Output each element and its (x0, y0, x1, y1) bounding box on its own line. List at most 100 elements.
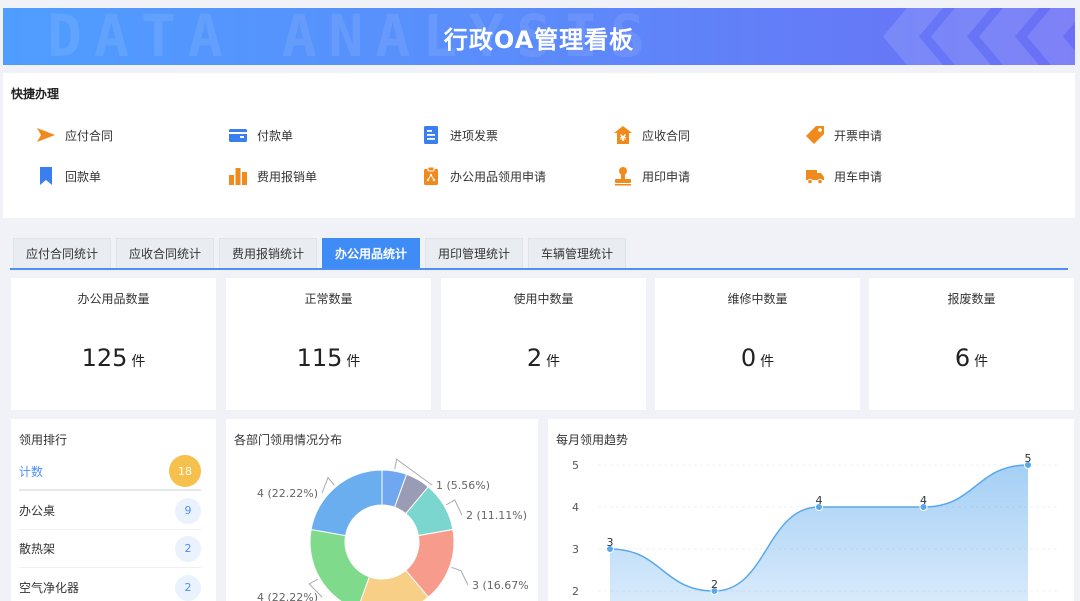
ranking-item-name: 散热架 (19, 542, 56, 556)
y-tick-label: 5 (572, 459, 579, 472)
tab-office-supply-stats[interactable]: 办公用品统计 (322, 238, 420, 268)
quick-item-label: 办公用品领用申请 (450, 169, 547, 184)
trend-area (610, 465, 1028, 601)
stats-tab-bar: 应付合同统计 应收合同统计 费用报销统计 办公用品统计 用印管理统计 车辆管理统… (10, 230, 1068, 270)
stat-unit: 件 (760, 354, 775, 370)
pie-slice-label: 3 (16.67% (472, 579, 529, 592)
y-tick-label: 3 (572, 543, 579, 556)
y-tick-label: 4 (572, 501, 579, 514)
page-title: 行政OA管理看板 (443, 26, 635, 54)
send-icon (36, 125, 56, 145)
stat-number: 2 (526, 344, 543, 372)
svg-text:¥: ¥ (620, 134, 627, 144)
y-tick-label: 2 (572, 585, 579, 598)
quick-actions-panel: 快捷办理 应付合同 付款单 进项发票 ¥ 应收合同 开票申请 回款单 费用报销单… (3, 73, 1075, 218)
ranking-item-name: 办公桌 (19, 504, 56, 518)
trend-value-label: 3 (607, 536, 614, 549)
list-item[interactable]: 散热架 2 (19, 530, 201, 568)
stat-label: 使用中数量 (513, 292, 574, 306)
quick-item-expense-claim[interactable]: 费用报销单 (228, 165, 317, 187)
tab-vehicle-stats[interactable]: 车辆管理统计 (528, 238, 626, 268)
tab-payable-contract-stats[interactable]: 应付合同统计 (13, 238, 111, 268)
quick-item-label: 进项发票 (450, 128, 499, 143)
quick-item-label: 应收合同 (642, 128, 691, 143)
quick-item-office-supply-request[interactable]: 办公用品领用申请 (421, 165, 546, 187)
stat-number: 0 (740, 344, 757, 372)
quick-item-payment-order[interactable]: 付款单 (228, 124, 293, 146)
pie-label-line (451, 566, 469, 586)
monthly-trend-panel: 每月领用趋势 234532445 (548, 419, 1074, 601)
stat-value: 115 件 (226, 344, 431, 372)
quick-item-label: 开票申请 (834, 128, 883, 143)
quick-item-input-invoice[interactable]: 进项发票 (421, 124, 498, 146)
stat-label: 维修中数量 (727, 292, 788, 306)
pie-slice-label: 4 (22.22%) (257, 487, 318, 500)
document-icon (421, 125, 441, 145)
ranking-item-count: 2 (175, 574, 201, 601)
trend-value-label: 4 (920, 494, 927, 507)
list-item[interactable]: 空气净化器 2 (19, 569, 201, 601)
wallet-icon (228, 125, 248, 145)
ranking-title: 领用排行 (19, 433, 68, 447)
pie-label-line (445, 499, 463, 516)
stat-number: 125 (81, 344, 128, 372)
department-distribution-panel: 各部门领用情况分布 1 (5.56%) 2 (11.11%) 3 (16.67% 4 … (226, 419, 538, 601)
department-pie-chart: 1 (5.56%) 2 (11.11%) 3 (16.67% 4 (22.22%) 4 … (257, 458, 529, 601)
stat-card-scrapped: 报废数量 6件 (869, 278, 1074, 410)
bar-chart-icon (228, 166, 248, 186)
trend-value-label: 5 (1025, 452, 1032, 465)
quick-item-label: 用印申请 (642, 169, 691, 184)
stat-unit: 件 (546, 354, 561, 370)
stat-unit: 件 (974, 354, 989, 370)
ranking-header-row[interactable]: 计数 18 (19, 453, 201, 491)
clipboard-icon (421, 166, 441, 186)
stat-label: 报废数量 (947, 292, 996, 306)
quick-item-vehicle-request[interactable]: 用车申请 (805, 165, 882, 187)
ranking-item-count: 2 (175, 535, 201, 562)
quick-item-seal-request[interactable]: 用印申请 (613, 165, 690, 187)
quick-item-receipt-order[interactable]: 回款单 (36, 165, 101, 187)
pie-slice-label: 4 (22.22%) (257, 591, 318, 601)
yen-house-icon: ¥ (613, 125, 633, 145)
stat-label: 正常数量 (304, 292, 353, 306)
quick-item-label: 回款单 (65, 169, 102, 184)
ranking-total-badge: 18 (169, 455, 201, 487)
list-item[interactable]: 办公桌 9 (19, 492, 201, 530)
ranking-panel: 领用排行 计数 18 办公桌 9 散热架 2 空气净化器 2 (11, 419, 216, 601)
tag-icon (805, 125, 825, 145)
stat-value: 0件 (655, 344, 860, 372)
stat-label: 办公用品数量 (77, 292, 150, 306)
pie-slice-label: 2 (11.11%) (466, 509, 527, 522)
pie-slice[interactable] (309, 528, 370, 601)
pie-slice[interactable] (310, 469, 383, 537)
trend-value-label: 4 (816, 494, 823, 507)
tab-expense-stats[interactable]: 费用报销统计 (219, 238, 317, 268)
monthly-trend-chart: 2 3 4 5 3 2 4 4 5 (572, 452, 1060, 601)
tab-receivable-contract-stats[interactable]: 应收合同统计 (116, 238, 214, 268)
quick-item-invoice-request[interactable]: 开票申请 (805, 124, 882, 146)
ranking-item-name: 空气净化器 (19, 581, 80, 595)
truck-icon (805, 166, 825, 186)
quick-item-payable-contract[interactable]: 应付合同 (36, 124, 113, 146)
stat-number: 115 (296, 344, 343, 372)
quick-item-label: 应付合同 (65, 128, 114, 143)
stamp-icon (613, 166, 633, 186)
stat-card-total: 办公用品数量 125 件 (11, 278, 216, 410)
quick-item-label: 用车申请 (834, 169, 883, 184)
dashboard-header: DATA ANALYSIS 行政OA管理看板 (3, 8, 1075, 65)
stat-number: 6 (954, 344, 971, 372)
ranking-item-count: 9 (175, 497, 201, 524)
quick-actions-title: 快捷办理 (11, 87, 60, 101)
stat-card-in-use: 使用中数量 2件 (441, 278, 646, 410)
stat-unit: 件 (131, 354, 146, 370)
quick-item-receivable-contract[interactable]: ¥ 应收合同 (613, 124, 690, 146)
quick-item-label: 付款单 (257, 128, 294, 143)
bookmark-icon (36, 166, 56, 186)
stat-card-normal: 正常数量 115 件 (226, 278, 431, 410)
trend-value-label: 2 (711, 578, 718, 591)
tab-seal-stats[interactable]: 用印管理统计 (425, 238, 523, 268)
quick-item-label: 费用报销单 (257, 169, 318, 184)
stat-value: 6件 (869, 344, 1074, 372)
stat-value: 2件 (441, 344, 646, 372)
pie-slice-label: 1 (5.56%) (436, 479, 490, 492)
